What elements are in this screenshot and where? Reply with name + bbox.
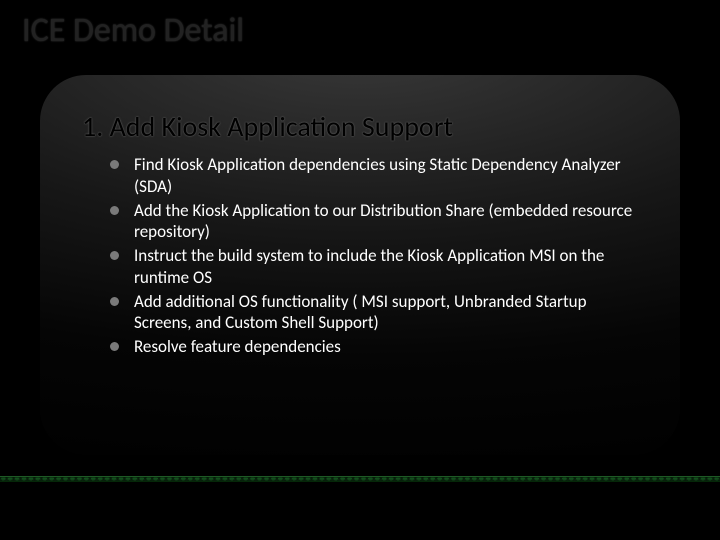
divider-bar bbox=[0, 476, 720, 482]
bullet-list: Find Kiosk Application dependencies usin… bbox=[82, 154, 638, 358]
content-panel: 1. Add Kiosk Application Support Find Ki… bbox=[40, 75, 680, 455]
section-heading: 1. Add Kiosk Application Support bbox=[82, 109, 638, 144]
list-item: Instruct the build system to include the… bbox=[110, 245, 638, 289]
list-item: Find Kiosk Application dependencies usin… bbox=[110, 154, 638, 198]
list-item: Add the Kiosk Application to our Distrib… bbox=[110, 200, 638, 244]
slide: ICE Demo Detail 1. Add Kiosk Application… bbox=[0, 0, 720, 540]
list-item: Resolve feature dependencies bbox=[110, 336, 638, 358]
slide-title: ICE Demo Detail bbox=[22, 10, 244, 51]
list-item: Add additional OS functionality ( MSI su… bbox=[110, 291, 638, 335]
